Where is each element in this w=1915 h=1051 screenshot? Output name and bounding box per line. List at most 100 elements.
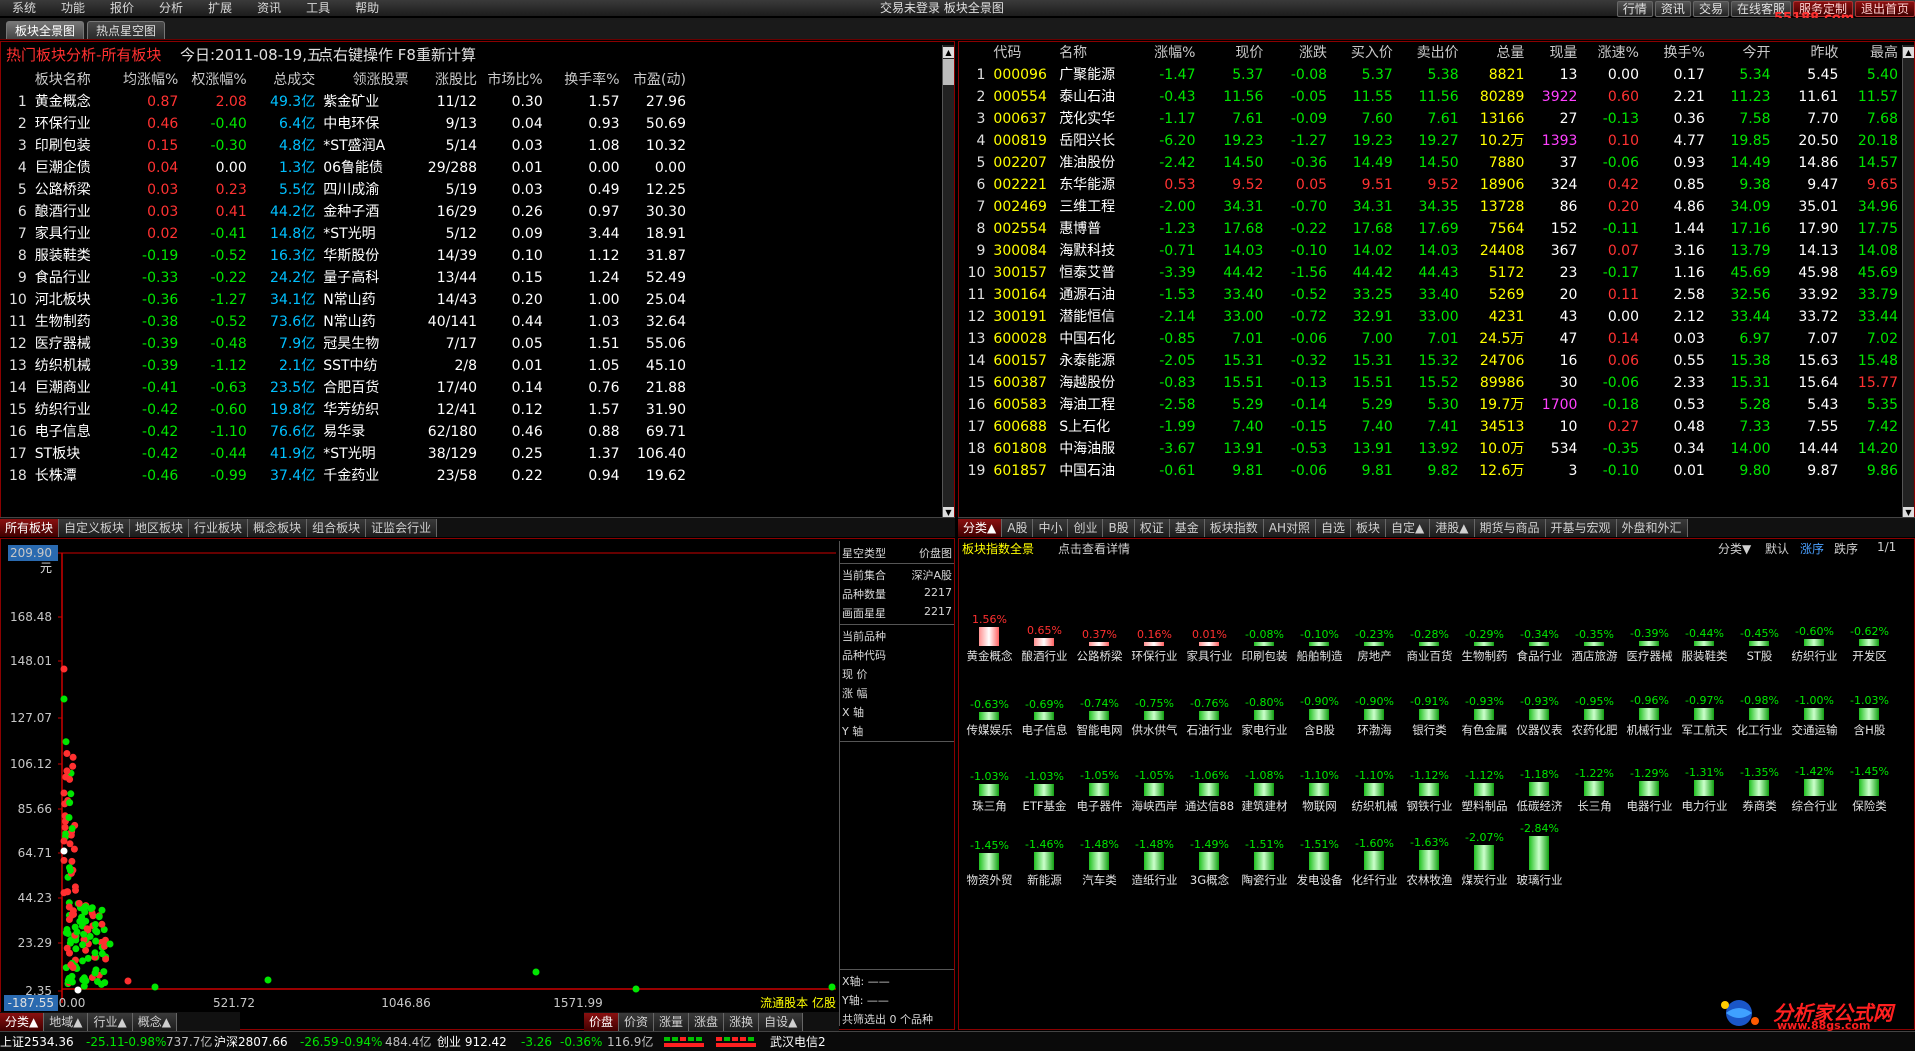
tab-item[interactable]: 涨量 [654,1013,690,1031]
sector-index-cell[interactable]: -0.74% 智能电网 [1072,670,1127,740]
star-point[interactable] [67,961,75,969]
star-point[interactable] [106,940,114,948]
table-row[interactable]: 13 600028 中国石化 -0.85 7.01 -0.06 7.00 7.01 24.5万 4… [962,328,1902,350]
column-header[interactable]: 昨收 [1775,42,1843,64]
star-point[interactable] [92,937,100,945]
star-point[interactable] [75,899,83,907]
sector-index-cell[interactable]: -0.28% 商业百货 [1402,596,1457,666]
table-row[interactable]: 4 000819 岳阳兴长 -6.20 19.23 -1.27 19.23 19.27 10.2… [962,130,1902,152]
table-row[interactable]: 1 黄金概念 0.87 2.08 49.3亿 紫金矿业 11/12 0.30 1.57 27.96 [4,91,690,113]
star-point[interactable] [60,665,68,673]
tab-item[interactable]: 所有板块 [0,518,60,537]
column-header[interactable]: 换手率% [547,69,624,91]
tab-item[interactable]: 自选 [1316,518,1352,537]
star-point[interactable] [69,753,77,761]
sector-index-cell[interactable]: -1.45% 保险类 [1842,746,1897,816]
sector-index-cell[interactable]: -0.08% 印刷包装 [1237,596,1292,666]
star-point[interactable] [632,985,640,993]
sector-index-cell[interactable]: -0.69% 电子信息 [1017,670,1072,740]
table-row[interactable]: 16 电子信息 -0.42 -1.10 76.6亿 易华录 62/180 0.46 0.88 69… [4,421,690,443]
star-point[interactable] [98,950,106,958]
star-point[interactable] [65,814,73,821]
sector-index-cell[interactable]: -1.45% 物资外贸 [962,820,1017,890]
column-header[interactable]: 买入价 [1331,42,1397,64]
column-header[interactable]: 涨股比 [413,69,481,91]
left-table-scrollbar[interactable]: ▲ ▼ [942,45,954,520]
sector-index-cell[interactable]: 0.65% 酿酒行业 [1017,596,1072,666]
star-point[interactable] [87,905,95,913]
tab-item[interactable]: 板块 [1351,518,1387,537]
star-point[interactable] [124,977,132,985]
table-row[interactable]: 10 300157 恒泰艾普 -3.39 44.42 -1.56 44.42 44.43 517… [962,262,1902,284]
star-point[interactable] [66,949,73,957]
tab-item[interactable]: 分类▲ [0,1013,45,1031]
column-header[interactable]: 今开 [1709,42,1775,64]
star-point[interactable] [100,968,108,976]
star-point[interactable] [91,949,99,957]
tab-item[interactable]: 外盘和外汇 [1616,518,1688,537]
sector-index-cell[interactable]: -1.12% 钢铁行业 [1402,746,1457,816]
right-table-scrollbar[interactable]: ▲ ▼ [1902,45,1914,520]
table-row[interactable]: 3 印刷包装 0.15 -0.30 4.8亿 *ST盛润A 5/14 0.03 1.08 10.3… [4,135,690,157]
table-row[interactable]: 15 600387 海越股份 -0.83 15.51 -0.13 15.51 15.52 899… [962,372,1902,394]
sector-index-cell[interactable]: -0.35% 酒店旅游 [1567,596,1622,666]
table-row[interactable]: 6 酿酒行业 0.03 0.41 44.2亿 金种子酒 16/29 0.26 0.97 30.30 [4,201,690,223]
tab-hot-star-map[interactable]: 热点星空图 [87,21,166,39]
star-point[interactable] [83,925,91,933]
sector-index-cell[interactable]: -1.03% 珠三角 [962,746,1017,816]
table-row[interactable]: 5 公路桥梁 0.03 0.23 5.5亿 四川成渝 5/19 0.03 0.49 12.25 [4,179,690,201]
table-row[interactable]: 11 生物制药 -0.38 -0.52 73.6亿 N常山药 40/141 0.44 1.03 3… [4,311,690,333]
table-row[interactable]: 3 000637 茂化实华 -1.17 7.61 -0.09 7.60 7.61 13166 27… [962,108,1902,130]
sector-index-cell[interactable]: -0.90% 环渤海 [1347,670,1402,740]
tab-item[interactable]: 组合板块 [307,518,367,537]
star-point[interactable] [80,982,88,990]
table-row[interactable]: 2 环保行业 0.46 -0.40 6.4亿 中电环保 9/13 0.04 0.93 50.69 [4,113,690,135]
table-row[interactable]: 15 纺织行业 -0.42 -0.60 19.8亿 华芳纺织 12/41 0.12 1.57 31… [4,399,690,421]
column-header[interactable]: 板块名称 [31,69,114,91]
tab-item[interactable]: 期货与商品 [1474,518,1546,537]
sector-index-cell[interactable]: -1.51% 陶瓷行业 [1237,820,1292,890]
star-point[interactable] [63,750,71,757]
star-point[interactable] [264,976,272,984]
sector-index-cell[interactable]: -0.93% 仪器仪表 [1512,670,1567,740]
star-point[interactable] [89,912,97,920]
star-point[interactable] [92,921,99,928]
column-header[interactable]: 名称 [1055,42,1134,64]
sector-index-cell[interactable]: -1.48% 造纸行业 [1127,820,1182,890]
sector-index-cell[interactable]: -1.10% 纺织机械 [1347,746,1402,816]
sector-index-cell[interactable]: -0.96% 机械行业 [1622,670,1677,740]
sector-index-cell[interactable]: -2.84% 玻璃行业 [1512,820,1567,890]
sector-index-cell[interactable]: -0.80% 家电行业 [1237,670,1292,740]
sector-index-cell[interactable]: -1.03% 含H股 [1842,670,1897,740]
tab-item[interactable]: 涨盘 [689,1013,725,1031]
column-header[interactable]: 总成交 [251,69,319,91]
table-row[interactable]: 2 000554 泰山石油 -0.43 11.56 -0.05 11.55 11.56 8028… [962,86,1902,108]
index-panel-detail-link[interactable]: 点击查看详情 [1058,540,1130,557]
sector-index-cell[interactable]: -0.63% 传媒娱乐 [962,670,1017,740]
sort-default[interactable]: 默认 [1765,540,1789,557]
star-point[interactable] [63,888,71,896]
star-point[interactable] [60,847,68,855]
menu-info[interactable]: 资讯 [245,0,294,17]
tab-item[interactable]: 地域▲ [44,1013,89,1031]
table-row[interactable]: 11 300164 通源石油 -1.53 33.40 -0.52 33.25 33.40 526… [962,284,1902,306]
star-point[interactable] [68,857,76,865]
table-row[interactable]: 18 长株潭 -0.46 -0.99 37.4亿 千金药业 23/58 0.22 0.94 19.… [4,465,690,487]
scroll-up-icon[interactable]: ▲ [943,47,954,58]
server-name[interactable]: 武汉电信2 [770,1032,826,1051]
btn-info[interactable]: 资讯 [1654,1,1691,17]
sector-index-cell[interactable]: -0.34% 食品行业 [1512,596,1567,666]
column-header[interactable]: 现价 [1199,42,1267,64]
star-point[interactable] [66,840,74,848]
scroll-thumb[interactable] [943,59,954,85]
table-row[interactable]: 10 河北板块 -0.36 -1.27 34.1亿 N常山药 14/43 0.20 1.00 25… [4,289,690,311]
table-row[interactable]: 12 医疗器械 -0.39 -0.48 7.9亿 冠昊生物 7/17 0.05 1.51 55.0… [4,333,690,355]
tab-item[interactable]: B股 [1103,518,1135,537]
menu-help[interactable]: 帮助 [343,0,392,17]
btn-quote[interactable]: 行情 [1616,1,1653,17]
tab-item[interactable]: 概念▲ [132,1013,177,1031]
sector-index-cell[interactable]: -1.06% 通达信88 [1182,746,1237,816]
star-point[interactable] [64,930,72,937]
sector-index-cell[interactable]: -0.93% 有色金属 [1457,670,1512,740]
sector-index-cell[interactable]: -1.10% 物联网 [1292,746,1347,816]
